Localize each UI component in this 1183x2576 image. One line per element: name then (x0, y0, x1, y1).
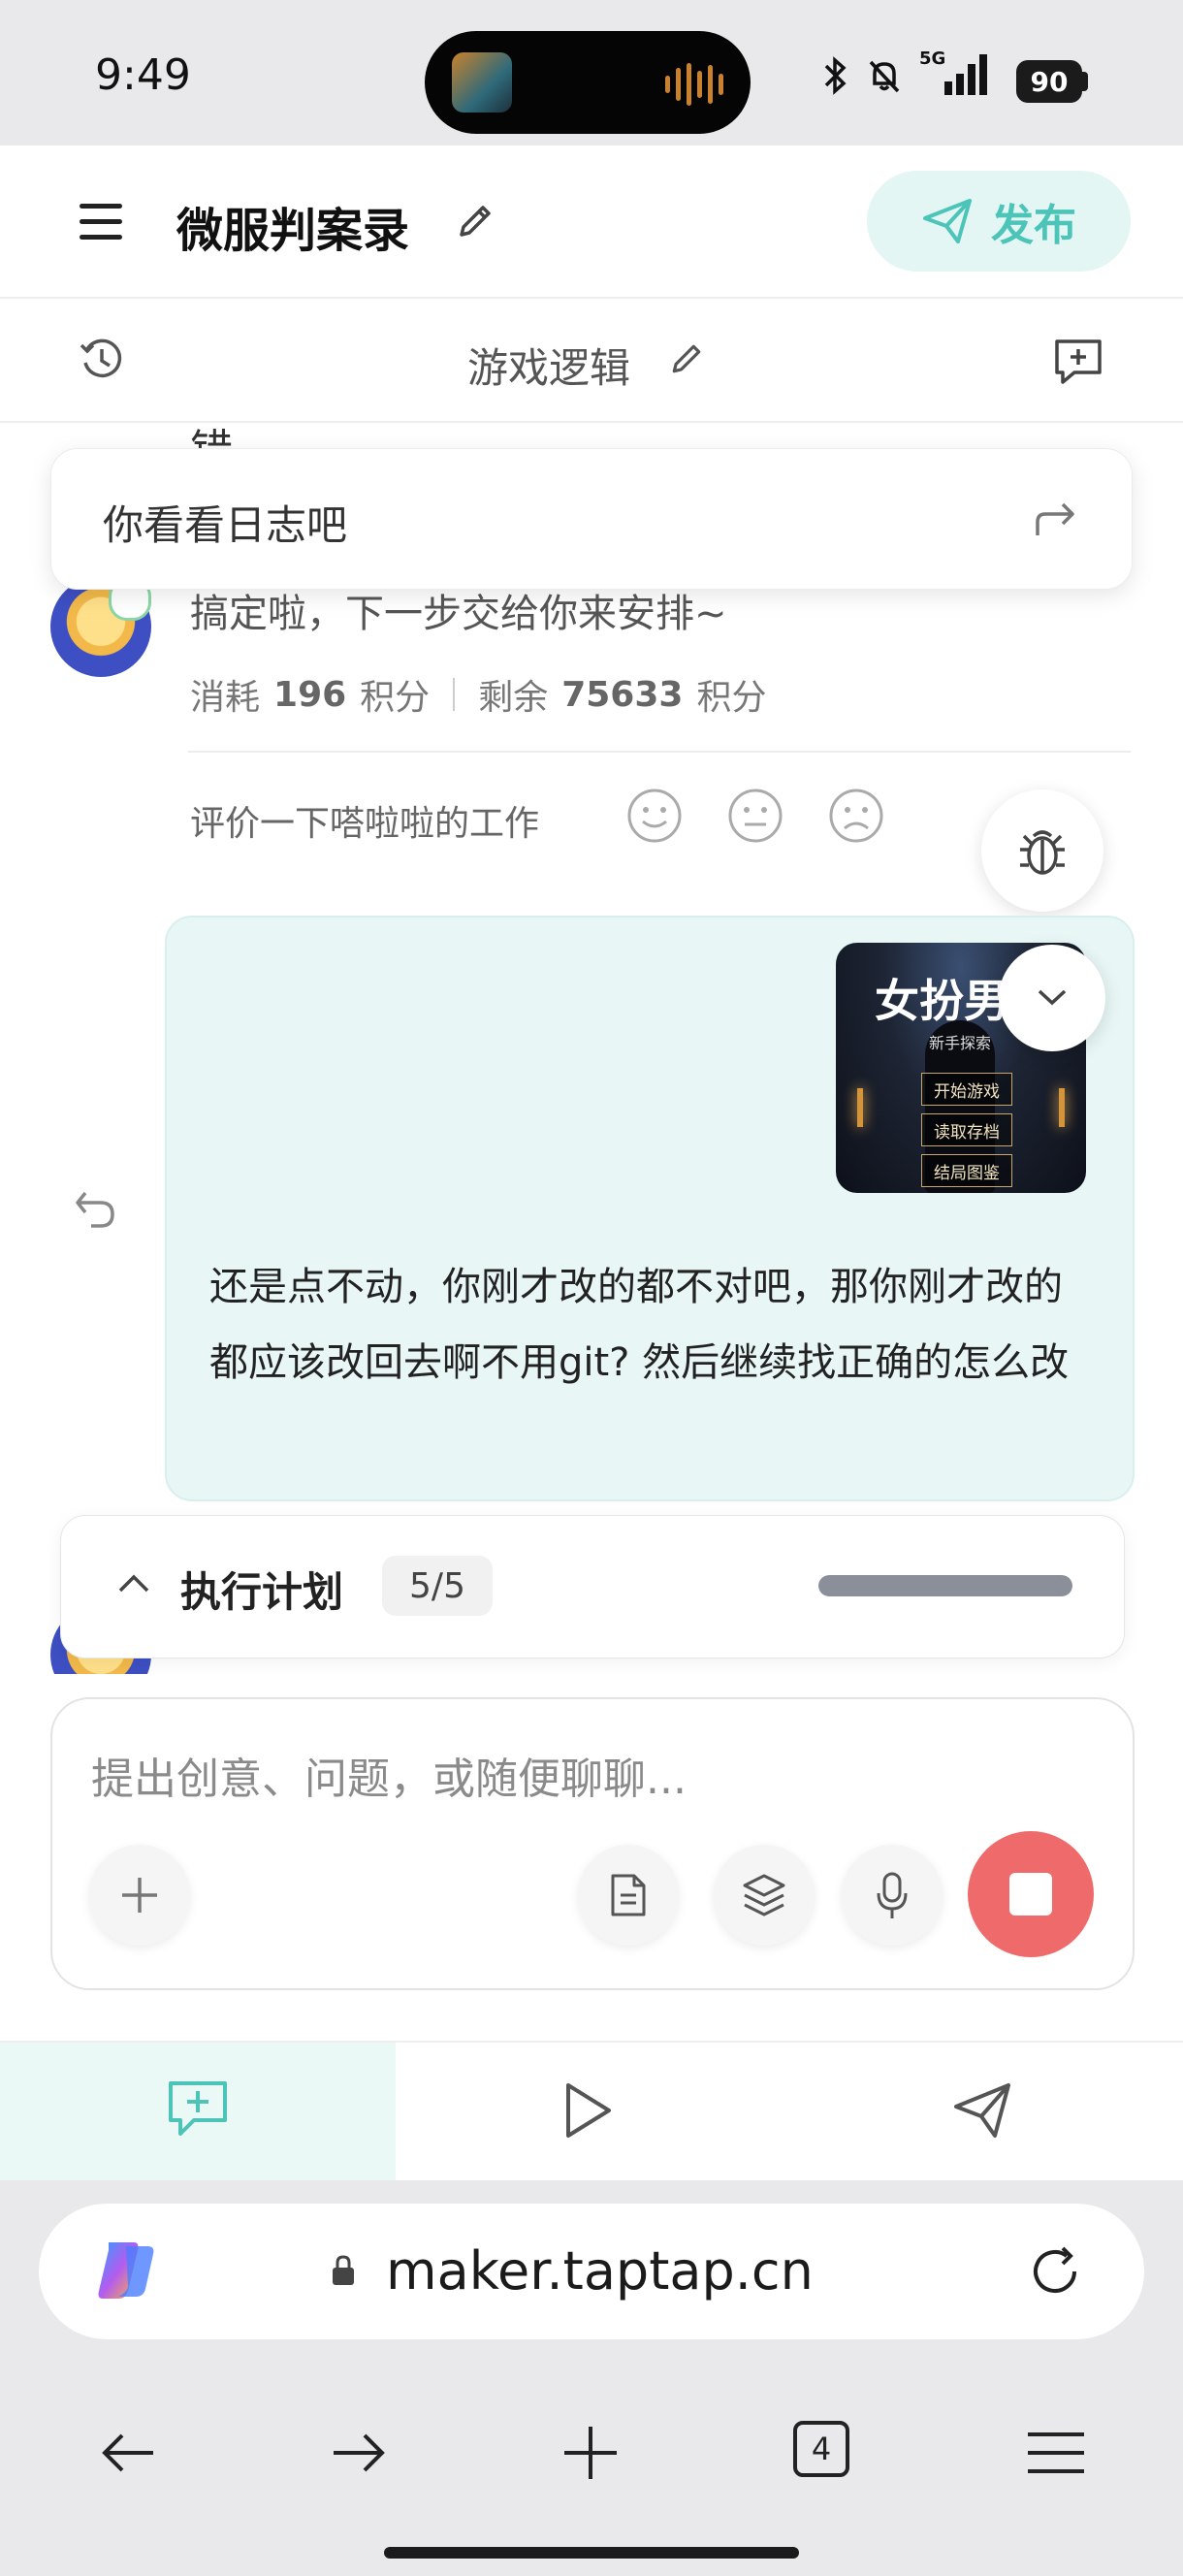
composer-input[interactable]: 提出创意、问题，或随便聊聊... (91, 1744, 687, 1806)
send-icon (923, 199, 972, 243)
consume-label: 消耗 (190, 678, 261, 718)
remain-unit: 积分 (696, 678, 767, 718)
publish-label: 发布 (991, 201, 1076, 250)
forward-arrow-icon[interactable] (324, 2419, 392, 2487)
project-title: 微服判案录 (176, 204, 410, 258)
bluetooth-icon (824, 56, 847, 95)
home-indicator[interactable] (384, 2547, 799, 2559)
edit-title-icon[interactable] (454, 200, 496, 252)
plan-progress-bar (818, 1575, 1072, 1596)
layers-icon (743, 1874, 785, 1916)
new-tab-plus-icon[interactable] (557, 2419, 624, 2487)
mute-bell-icon (869, 60, 900, 93)
image-menu-item: 开始游戏 (921, 1073, 1012, 1106)
chevron-down-icon (1038, 989, 1067, 1006)
battery-icon: 90 (1016, 60, 1082, 103)
microphone-icon (877, 1872, 908, 1918)
image-title: 女扮男 (875, 975, 1008, 1027)
plan-progress-fill (818, 1575, 1072, 1596)
happy-face-icon[interactable] (626, 788, 683, 844)
plus-icon (122, 1878, 157, 1913)
remain-label: 剩余 (478, 678, 549, 718)
back-arrow-icon[interactable] (95, 2419, 163, 2487)
image-menu-item: 结局图鉴 (921, 1154, 1012, 1187)
debug-button[interactable] (981, 789, 1103, 912)
divider (188, 751, 1131, 753)
chat-tab-icon[interactable] (165, 2076, 231, 2141)
add-attachment-button[interactable] (89, 1845, 190, 1946)
hamburger-menu-icon[interactable] (80, 204, 122, 240)
suggestion-text[interactable]: 你看看日志吧 (103, 493, 347, 552)
consume-value: 196 (273, 674, 347, 715)
bug-icon (1020, 830, 1065, 875)
file-button[interactable] (578, 1845, 679, 1946)
image-subtitle: 新手探索 (929, 1034, 992, 1052)
media-thumbnail (452, 52, 512, 113)
remain-value: 75633 (561, 674, 684, 715)
document-icon (611, 1874, 646, 1916)
reload-icon[interactable] (1024, 2240, 1086, 2302)
tabs-count-button[interactable]: 4 (793, 2421, 849, 2477)
plan-progress-badge: 5/5 (382, 1556, 493, 1616)
chevron-up-icon[interactable] (114, 1569, 153, 1598)
layers-button[interactable] (714, 1845, 815, 1946)
sad-face-icon[interactable] (828, 788, 884, 844)
consume-unit: 积分 (360, 678, 431, 718)
neutral-face-icon[interactable] (727, 788, 783, 844)
scroll-down-button[interactable] (999, 945, 1105, 1051)
status-icons: 5G (820, 48, 987, 97)
user-message-text: 还是点不动，你刚才改的都不对吧，那你刚才改的都应该改回去啊不用git? 然后继续… (209, 1265, 1070, 1385)
publish-tab-icon[interactable] (952, 2081, 1012, 2140)
audio-wave-icon (665, 62, 723, 107)
message-composer (50, 1697, 1135, 1990)
edit-subtitle-icon[interactable] (667, 339, 706, 387)
assistant-message: 搞定啦，下一步交给你来安排~ (190, 592, 727, 636)
battery-tip (1082, 72, 1088, 91)
voice-button[interactable] (842, 1845, 943, 1946)
sub-title: 游戏逻辑 (467, 344, 631, 392)
stop-generation-button[interactable] (968, 1831, 1094, 1957)
rating-prompt: 评价一下嗒啦啦的工作 (190, 804, 540, 844)
forward-arrow-icon[interactable] (1032, 497, 1078, 543)
image-menu-item: 读取存档 (921, 1113, 1012, 1146)
signal-icon: 5G (919, 48, 987, 97)
new-chat-icon[interactable] (1051, 334, 1105, 388)
browser-menu-icon[interactable] (1022, 2419, 1090, 2487)
history-icon[interactable] (78, 336, 126, 384)
url-text[interactable]: maker.taptap.cn (386, 2240, 814, 2302)
publish-button[interactable]: 发布 (867, 171, 1131, 272)
plan-label: 执行计划 (180, 1568, 344, 1616)
undo-icon[interactable] (72, 1185, 120, 1234)
network-type: 5G (919, 48, 946, 69)
stop-icon (1009, 1873, 1052, 1916)
status-time: 9:49 (95, 50, 191, 100)
play-tab-icon[interactable] (560, 2081, 615, 2140)
copilot-icon[interactable] (89, 2233, 165, 2308)
lock-icon (330, 2254, 357, 2287)
credit-usage: 消耗 196 积分 剩余 75633 积分 (190, 669, 766, 720)
